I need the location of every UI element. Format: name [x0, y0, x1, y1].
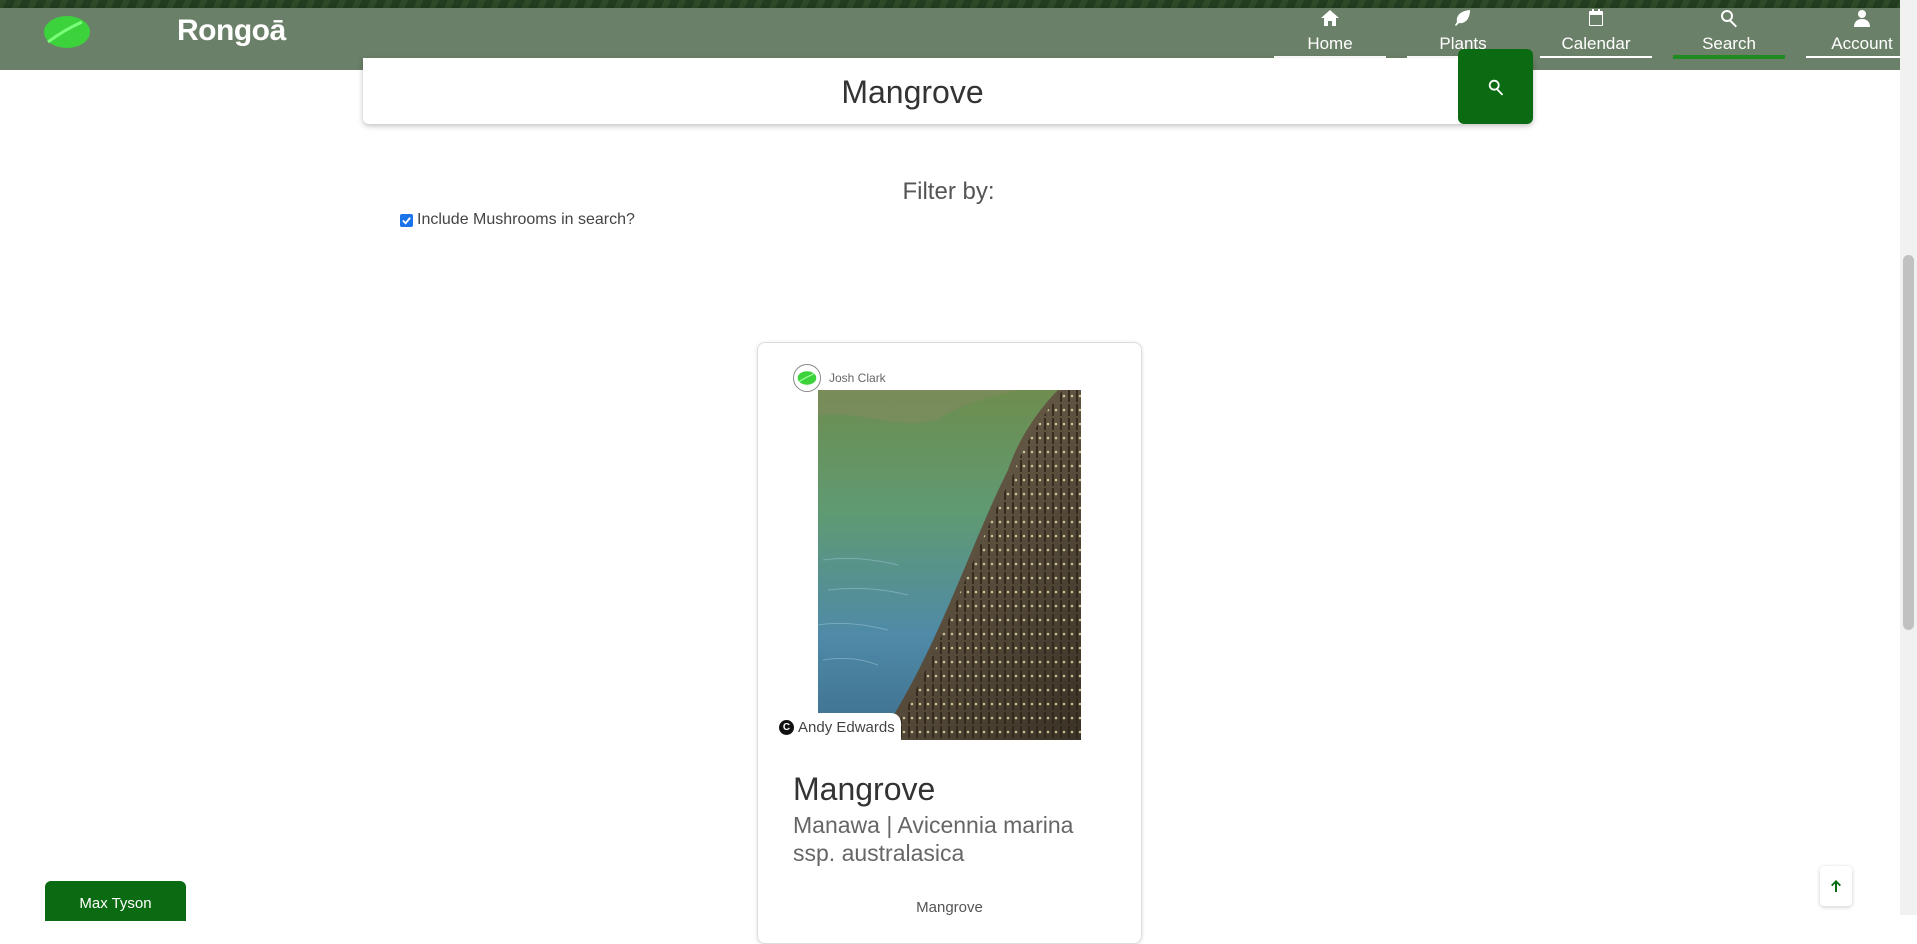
card-subtitle: Manawa | Avicennia marina ssp. australas…	[793, 812, 1074, 866]
copyright-icon: C	[779, 719, 794, 735]
app-brand[interactable]: Rongoā	[177, 14, 286, 48]
card-tag: Mangrove	[916, 899, 983, 916]
card-author: Josh Clark	[793, 364, 886, 392]
leaf-logo-icon[interactable]	[42, 12, 92, 52]
search-input[interactable]	[363, 58, 1462, 126]
search-bar	[363, 58, 1533, 126]
search-icon	[1488, 79, 1503, 95]
nav-home[interactable]: Home	[1274, 6, 1386, 58]
checkmark-icon	[402, 216, 411, 225]
user-menu-button[interactable]: Max Tyson	[45, 881, 186, 921]
leaf-icon	[1407, 8, 1519, 30]
plant-card[interactable]: Josh Clark C Andy Edwards Mangrove Manaw…	[757, 342, 1142, 944]
nav-calendar[interactable]: Calendar	[1540, 6, 1652, 58]
search-button[interactable]	[1458, 49, 1533, 124]
plant-image[interactable]	[818, 390, 1081, 740]
author-name: Josh Clark	[829, 371, 886, 385]
nav-calendar-underline	[1540, 56, 1652, 58]
image-credit-name: Andy Edwards	[798, 718, 895, 736]
nav-search[interactable]: Search	[1673, 6, 1785, 59]
nav-search-label: Search	[1702, 34, 1756, 53]
image-credit: C Andy Edwards	[775, 713, 901, 741]
author-avatar	[793, 364, 821, 392]
filter-title: Filter by:	[902, 178, 995, 205]
nav-search-underline	[1673, 55, 1785, 59]
mushrooms-checkbox[interactable]	[400, 213, 413, 227]
scroll-top-button[interactable]	[1820, 866, 1852, 906]
arrow-up-icon	[1831, 880, 1841, 892]
mushrooms-label: Include Mushrooms in search?	[417, 211, 635, 228]
search-icon	[1673, 8, 1785, 30]
calendar-icon	[1540, 8, 1652, 30]
card-title: Mangrove	[793, 771, 936, 807]
scrollbar-thumb[interactable]	[1903, 255, 1914, 630]
mushroom-filter[interactable]: Include Mushrooms in search?	[400, 211, 635, 229]
nav-calendar-label: Calendar	[1561, 34, 1631, 53]
nav-home-label: Home	[1307, 34, 1353, 53]
home-icon	[1274, 8, 1386, 30]
